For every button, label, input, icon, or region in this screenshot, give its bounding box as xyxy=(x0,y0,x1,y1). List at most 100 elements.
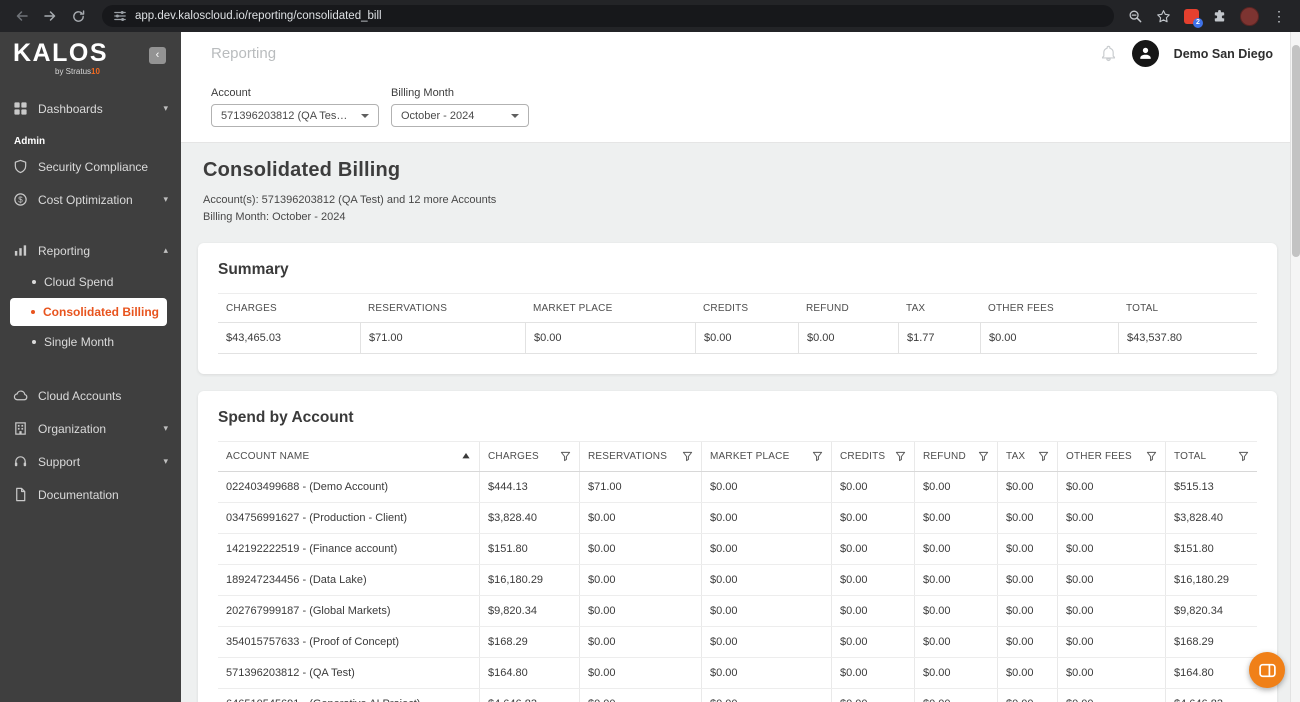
sidebar-item-cloud-accounts[interactable]: Cloud Accounts xyxy=(0,379,181,412)
notifications-bell-icon[interactable] xyxy=(1100,45,1117,62)
user-avatar[interactable] xyxy=(1131,40,1159,67)
bullet-icon xyxy=(31,310,35,314)
page-header-title: Reporting xyxy=(211,45,277,62)
sidebar-item-security-compliance[interactable]: Security Compliance xyxy=(0,150,181,183)
other-fees-cell: $0.00 xyxy=(1057,596,1165,627)
site-info-icon[interactable] xyxy=(113,9,127,23)
marketplace-cell: $0.00 xyxy=(701,503,831,534)
browser-window: app.dev.kaloscloud.io/reporting/consolid… xyxy=(0,0,1300,702)
sidebar-item-reporting[interactable]: Reporting ▴ xyxy=(0,234,181,267)
zoom-icon[interactable] xyxy=(1128,9,1143,24)
account-name-cell: 189247234456 - (Data Lake) xyxy=(226,574,367,587)
sidebar-item-consolidated-billing[interactable]: Consolidated Billing xyxy=(10,298,167,326)
browser-menu-icon[interactable]: ⋮ xyxy=(1272,9,1286,23)
filter-funnel-icon[interactable] xyxy=(1238,451,1249,462)
sidebar-item-cost-optimization[interactable]: $ Cost Optimization ▾ xyxy=(0,183,181,216)
summary-column-header: REFUND xyxy=(806,303,849,315)
sidebar-collapse-button[interactable]: ‹ xyxy=(149,47,166,64)
address-bar[interactable]: app.dev.kaloscloud.io/reporting/consolid… xyxy=(102,5,1114,27)
credits-cell: $0.00 xyxy=(831,534,914,565)
total-cell: $151.80 xyxy=(1165,534,1257,565)
sidebar-item-organization[interactable]: Organization ▾ xyxy=(0,412,181,445)
building-icon xyxy=(13,421,28,436)
filter-funnel-icon[interactable] xyxy=(812,451,823,462)
other-fees-cell: $0.00 xyxy=(1057,503,1165,534)
help-walkthrough-button[interactable] xyxy=(1249,652,1285,688)
spend-column-header[interactable]: CREDITS xyxy=(831,442,914,472)
refund-cell: $0.00 xyxy=(914,472,997,503)
filter-funnel-icon[interactable] xyxy=(895,451,906,462)
caret-down-icon xyxy=(511,113,519,118)
refund-cell: $0.00 xyxy=(914,689,997,702)
reservations-cell: $0.00 xyxy=(579,565,701,596)
spend-column-header[interactable]: TAX xyxy=(997,442,1057,472)
credits-cell: $0.00 xyxy=(831,658,914,689)
charges-cell: $9,820.34 xyxy=(479,596,579,627)
reservations-cell: $0.00 xyxy=(579,596,701,627)
sidebar-item-cloud-spend[interactable]: Cloud Spend xyxy=(0,267,181,297)
refund-cell: $0.00 xyxy=(914,534,997,565)
charges-cell: $151.80 xyxy=(479,534,579,565)
filter-funnel-icon[interactable] xyxy=(1038,451,1049,462)
summary-values-row: $43,465.03 $71.00 $0.00 $0.00 $0.00 $1.77 $0.0… xyxy=(218,322,1257,355)
spend-column-header[interactable]: OTHER FEES xyxy=(1057,442,1165,472)
shield-icon xyxy=(13,159,28,174)
account-select[interactable]: 571396203812 (QA Test), 022... xyxy=(211,104,379,127)
reservations-cell: $0.00 xyxy=(579,689,701,702)
sidebar-item-support[interactable]: Support ▾ xyxy=(0,445,181,478)
billing-month-select[interactable]: October - 2024 xyxy=(391,104,529,127)
summary-value-cell: $43,537.80 xyxy=(1118,323,1257,354)
credits-cell: $0.00 xyxy=(831,472,914,503)
browser-toolbar: app.dev.kaloscloud.io/reporting/consolid… xyxy=(0,0,1300,32)
scrollbar-thumb[interactable] xyxy=(1292,45,1300,257)
account-name-cell: 022403499688 - (Demo Account) xyxy=(226,481,389,494)
back-button[interactable] xyxy=(10,4,34,28)
filter-funnel-icon[interactable] xyxy=(1146,451,1157,462)
sort-ascending-icon[interactable] xyxy=(461,452,471,461)
spend-column-header[interactable]: MARKET PLACE xyxy=(701,442,831,472)
other-fees-cell: $0.00 xyxy=(1057,565,1165,596)
sidebar-item-label: Organization xyxy=(38,421,107,436)
user-name[interactable]: Demo San Diego xyxy=(1174,47,1273,61)
credits-cell: $0.00 xyxy=(831,503,914,534)
sidebar-item-single-month[interactable]: Single Month xyxy=(0,327,181,357)
credits-cell: $0.00 xyxy=(831,627,914,658)
browser-actions: 2 ⋮ xyxy=(1126,6,1290,28)
tax-cell: $0.00 xyxy=(997,658,1057,689)
marketplace-cell: $0.00 xyxy=(701,689,831,702)
forward-button[interactable] xyxy=(38,4,62,28)
summary-column-header: CREDITS xyxy=(703,303,749,315)
charges-cell: $16,180.29 xyxy=(479,565,579,596)
billing-month-filter-label: Billing Month xyxy=(391,87,454,99)
credits-cell: $0.00 xyxy=(831,596,914,627)
page-title: Consolidated Billing xyxy=(203,159,401,181)
page-content: Consolidated Billing Account(s): 5713962… xyxy=(181,143,1300,702)
sidebar-item-dashboards[interactable]: Dashboards ▾ xyxy=(0,92,181,125)
extension-icon[interactable]: 2 xyxy=(1184,8,1203,28)
spend-column-header[interactable]: CHARGES xyxy=(479,442,579,472)
tax-cell: $0.00 xyxy=(997,627,1057,658)
bookmark-star-icon[interactable] xyxy=(1156,9,1171,24)
charges-cell: $444.13 xyxy=(479,472,579,503)
spend-column-header[interactable]: RESERVATIONS xyxy=(579,442,701,472)
other-fees-cell: $0.00 xyxy=(1057,658,1165,689)
total-cell: $164.80 xyxy=(1165,658,1257,689)
account-name-column-header[interactable]: ACCOUNT NAME xyxy=(218,442,479,471)
browser-profile-avatar[interactable] xyxy=(1240,6,1259,26)
filter-funnel-icon[interactable] xyxy=(978,451,989,462)
spend-column-header[interactable]: REFUND xyxy=(914,442,997,472)
extensions-puzzle-icon[interactable] xyxy=(1212,9,1227,24)
filter-funnel-icon[interactable] xyxy=(682,451,693,462)
tax-cell: $0.00 xyxy=(997,472,1057,503)
spend-table-row: 189247234456 - (Data Lake) $16,180.29 $0… xyxy=(218,565,1257,597)
chevron-down-icon: ▾ xyxy=(163,423,168,433)
filter-funnel-icon[interactable] xyxy=(560,451,571,462)
refresh-button[interactable] xyxy=(66,4,90,28)
svg-text:$: $ xyxy=(18,195,23,204)
summary-column-header: TOTAL xyxy=(1126,303,1159,315)
sidebar-item-documentation[interactable]: Documentation xyxy=(0,478,181,511)
spend-column-header[interactable]: TOTAL xyxy=(1165,442,1257,472)
sidebar-item-label: Consolidated Billing xyxy=(43,305,159,319)
vertical-scrollbar[interactable] xyxy=(1290,32,1300,702)
account-name-cell: 646510545691 - (Generative AI Project) xyxy=(218,689,479,702)
